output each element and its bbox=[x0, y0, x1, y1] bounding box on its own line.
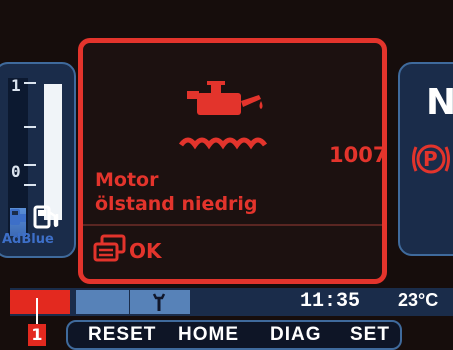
clock: 11:35 bbox=[300, 290, 361, 313]
home-button[interactable]: HOME bbox=[178, 324, 239, 346]
outside-temperature: 23°C bbox=[398, 290, 439, 310]
ok-button[interactable]: OK bbox=[129, 239, 162, 263]
set-button[interactable]: SET bbox=[350, 324, 390, 346]
gear-indicator: N bbox=[426, 82, 453, 123]
fuel-gauge-panel: 1 0 AdBlue bbox=[0, 62, 76, 258]
gauge-tick bbox=[24, 126, 36, 128]
ok-cards-icon bbox=[93, 234, 126, 262]
reset-button[interactable]: RESET bbox=[88, 324, 156, 346]
warning-text-line2: ölstand niedrig bbox=[95, 193, 258, 215]
gauge-tick-label-bottom: 0 bbox=[11, 162, 21, 181]
popup-divider bbox=[83, 224, 382, 226]
diag-button[interactable]: DIAG bbox=[270, 324, 322, 346]
status-segment bbox=[76, 290, 129, 314]
gear-panel: N P bbox=[398, 62, 453, 256]
gauge-tick bbox=[24, 82, 36, 84]
parking-brake-icon: P bbox=[410, 140, 452, 178]
page-indicator-line bbox=[36, 298, 38, 324]
gauge-tick bbox=[24, 184, 36, 186]
parking-brake-label: P bbox=[423, 147, 438, 171]
fuel-pump-icon bbox=[33, 205, 59, 229]
adblue-label: AdBlue bbox=[2, 232, 54, 247]
gauge-tick-label-top: 1 bbox=[11, 76, 21, 95]
fuel-level-bar bbox=[44, 84, 62, 220]
wrench-icon bbox=[152, 293, 166, 311]
warning-text-line1: Motor bbox=[95, 169, 159, 191]
page-number-badge: 1 bbox=[28, 324, 46, 346]
gauge-tick bbox=[24, 164, 36, 166]
oil-level-icon bbox=[179, 81, 268, 150]
warning-popup[interactable]: 1007 Motor ölstand niedrig OK bbox=[78, 38, 387, 284]
status-warning-segment bbox=[10, 290, 70, 314]
error-code: 1007 bbox=[329, 143, 387, 167]
